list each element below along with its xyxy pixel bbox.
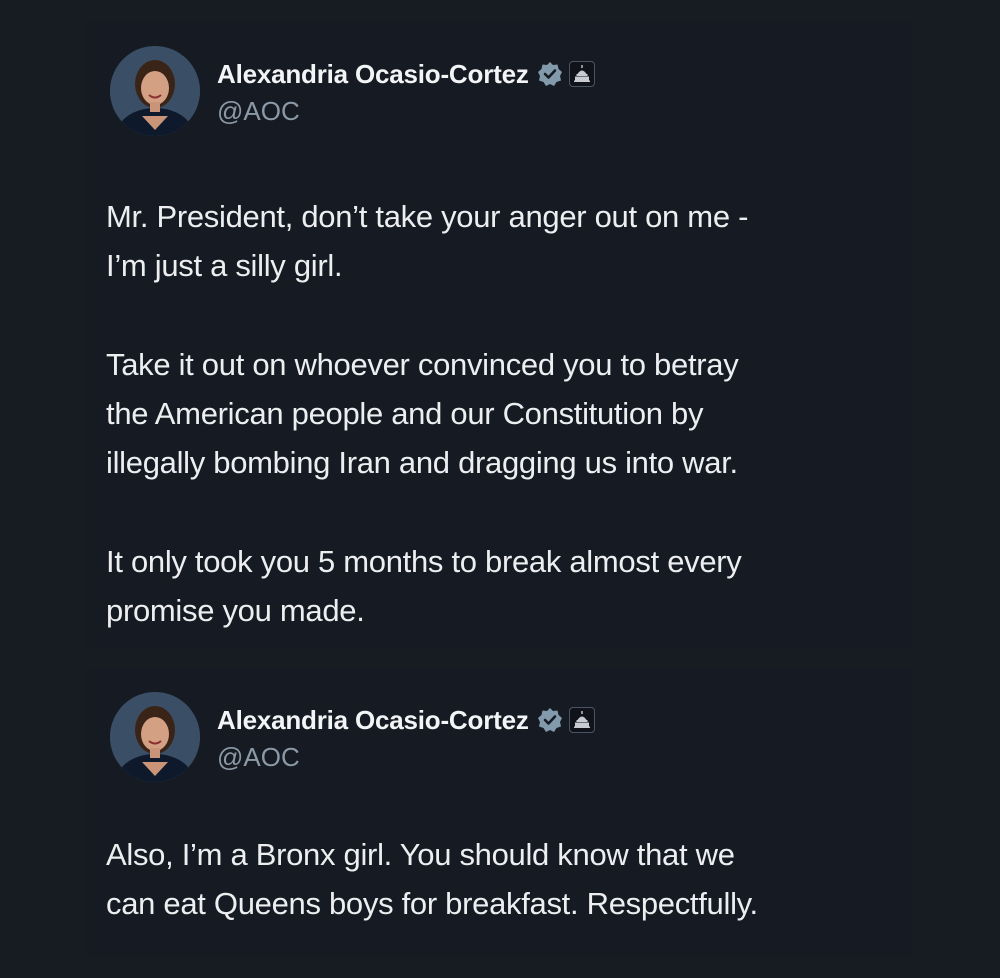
- tweet-card-2[interactable]: Alexandria Ocasio-Cortez @AOC Also, I’m …: [86, 668, 912, 958]
- display-name[interactable]: Alexandria Ocasio-Cortez: [217, 705, 529, 736]
- verified-badge-icon: [537, 707, 563, 733]
- tweet-line: It only took you 5 months to break almos…: [106, 544, 742, 579]
- capitol-building-icon[interactable]: [568, 61, 595, 87]
- verified-badge-icon: [537, 61, 563, 87]
- screenshot-frame: Alexandria Ocasio-Cortez @AOC Mr. Presid…: [0, 0, 1000, 978]
- name-row: Alexandria Ocasio-Cortez: [217, 702, 595, 738]
- tweet-card-1[interactable]: Alexandria Ocasio-Cortez @AOC Mr. Presid…: [86, 22, 912, 648]
- avatar[interactable]: [110, 692, 200, 782]
- tweet-line: illegally bombing Iran and dragging us i…: [106, 445, 738, 480]
- tweet-line: promise you made.: [106, 593, 365, 628]
- tweet-header: Alexandria Ocasio-Cortez @AOC: [110, 688, 890, 784]
- capitol-building-icon[interactable]: [568, 707, 595, 733]
- tweet-line: the American people and our Constitution…: [106, 396, 704, 431]
- tweet-text: Also, I’m a Bronx girl. You should know …: [106, 830, 896, 928]
- avatar[interactable]: [110, 46, 200, 136]
- display-name[interactable]: Alexandria Ocasio-Cortez: [217, 59, 529, 90]
- tweet-line: I’m just a silly girl.: [106, 248, 343, 283]
- tweet-header: Alexandria Ocasio-Cortez @AOC: [110, 42, 890, 138]
- tweet-text: Mr. President, don’t take your anger out…: [106, 192, 896, 635]
- user-handle[interactable]: @AOC: [217, 742, 300, 773]
- user-handle[interactable]: @AOC: [217, 96, 300, 127]
- tweet-line: can eat Queens boys for breakfast. Respe…: [106, 886, 758, 921]
- tweet-line: Take it out on whoever convinced you to …: [106, 347, 739, 382]
- tweet-line: Mr. President, don’t take your anger out…: [106, 199, 749, 234]
- tweet-line: Also, I’m a Bronx girl. You should know …: [106, 837, 735, 872]
- name-row: Alexandria Ocasio-Cortez: [217, 56, 595, 92]
